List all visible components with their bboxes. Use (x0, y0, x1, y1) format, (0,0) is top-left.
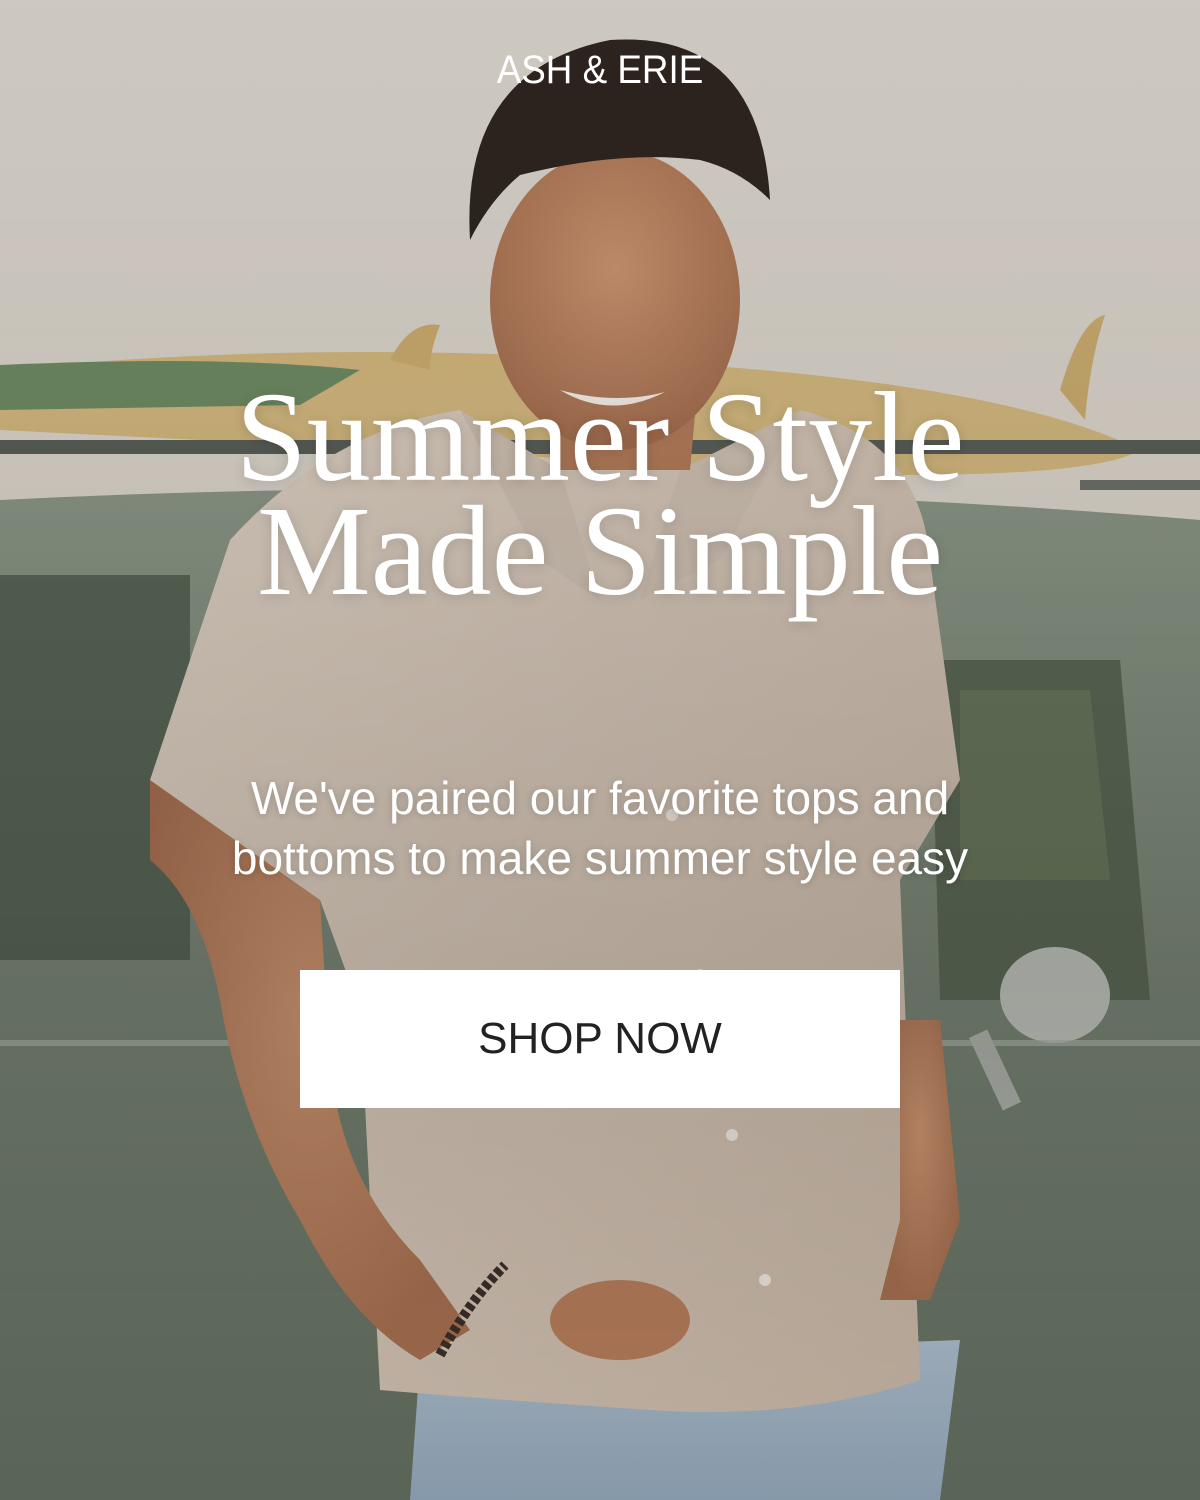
headline-line-2: Made Simple (256, 480, 944, 622)
brand-logo[interactable]: ASH & ERIE (48, 44, 1152, 96)
headline-line-1: Summer Style (235, 366, 965, 508)
shop-now-label: SHOP NOW (478, 1014, 722, 1063)
hero-banner[interactable]: ASH & ERIE Summer Style Made Simple We'v… (0, 0, 1200, 1500)
hero-overlay (0, 0, 1200, 1500)
shop-now-button[interactable]: SHOP NOW (300, 970, 900, 1108)
subhead-line-2: bottoms to make summer style easy (231, 832, 969, 884)
subhead-line-1: We've paired our favorite tops and (250, 772, 950, 824)
hero-headline: Summer Style Made Simple (0, 366, 1200, 622)
hero-subhead: We've paired our favorite tops and botto… (0, 768, 1200, 888)
